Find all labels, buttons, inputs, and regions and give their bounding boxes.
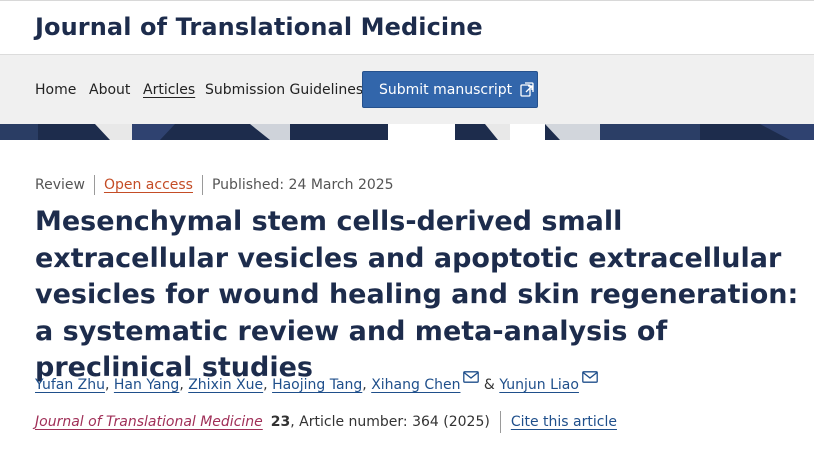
author-link[interactable]: Yunjun Liao [499,377,579,393]
journal-link[interactable]: Journal of Translational Medicine [35,414,263,430]
email-icon[interactable] [582,371,598,383]
decorative-pattern-band [0,124,814,140]
author-separator: , [362,377,372,393]
submit-manuscript-label: Submit manuscript [379,81,513,98]
author-link[interactable]: Han Yang [114,377,179,393]
citation-line: Journal of Translational Medicine 23 , A… [35,411,617,433]
published-date: Published: 24 March 2025 [211,177,394,193]
author-separator: , [263,377,273,393]
divider [499,411,501,433]
author-list: Yufan Zhu, Han Yang, Zhixin Xue, Haojing… [35,371,598,393]
author-link[interactable]: Haojing Tang [272,377,362,393]
submit-manuscript-button[interactable]: Submit manuscript [362,71,538,108]
site-header: Journal of Translational Medicine [0,0,814,54]
article-number: , Article number: 364 (2025) [290,414,490,430]
article-type: Review [35,177,85,193]
external-link-icon [519,81,536,98]
nav-about[interactable]: About [89,82,130,98]
volume-number: 23 [270,414,291,430]
divider [201,175,203,195]
author-separator: , [179,377,189,393]
main-nav: Home About Articles Submission Guideline… [0,54,814,124]
article-title: Mesenchymal stem cells-derived small ext… [35,206,799,383]
divider [93,175,95,195]
journal-title[interactable]: Journal of Translational Medicine [35,13,483,41]
nav-submission-guidelines[interactable]: Submission Guidelines [205,82,363,98]
nav-home[interactable]: Home [35,82,76,98]
article-meta: Review Open access Published: 24 March 2… [35,175,394,195]
author-link[interactable]: Xihang Chen [371,377,460,393]
email-icon[interactable] [463,371,480,383]
cite-this-article-link[interactable]: Cite this article [511,414,617,430]
author-separator: & [479,377,500,393]
nav-articles[interactable]: Articles [143,82,195,98]
author-separator: , [105,377,114,393]
author-link[interactable]: Yufan Zhu [35,377,105,393]
open-access-link[interactable]: Open access [104,177,193,193]
author-link[interactable]: Zhixin Xue [188,377,263,393]
